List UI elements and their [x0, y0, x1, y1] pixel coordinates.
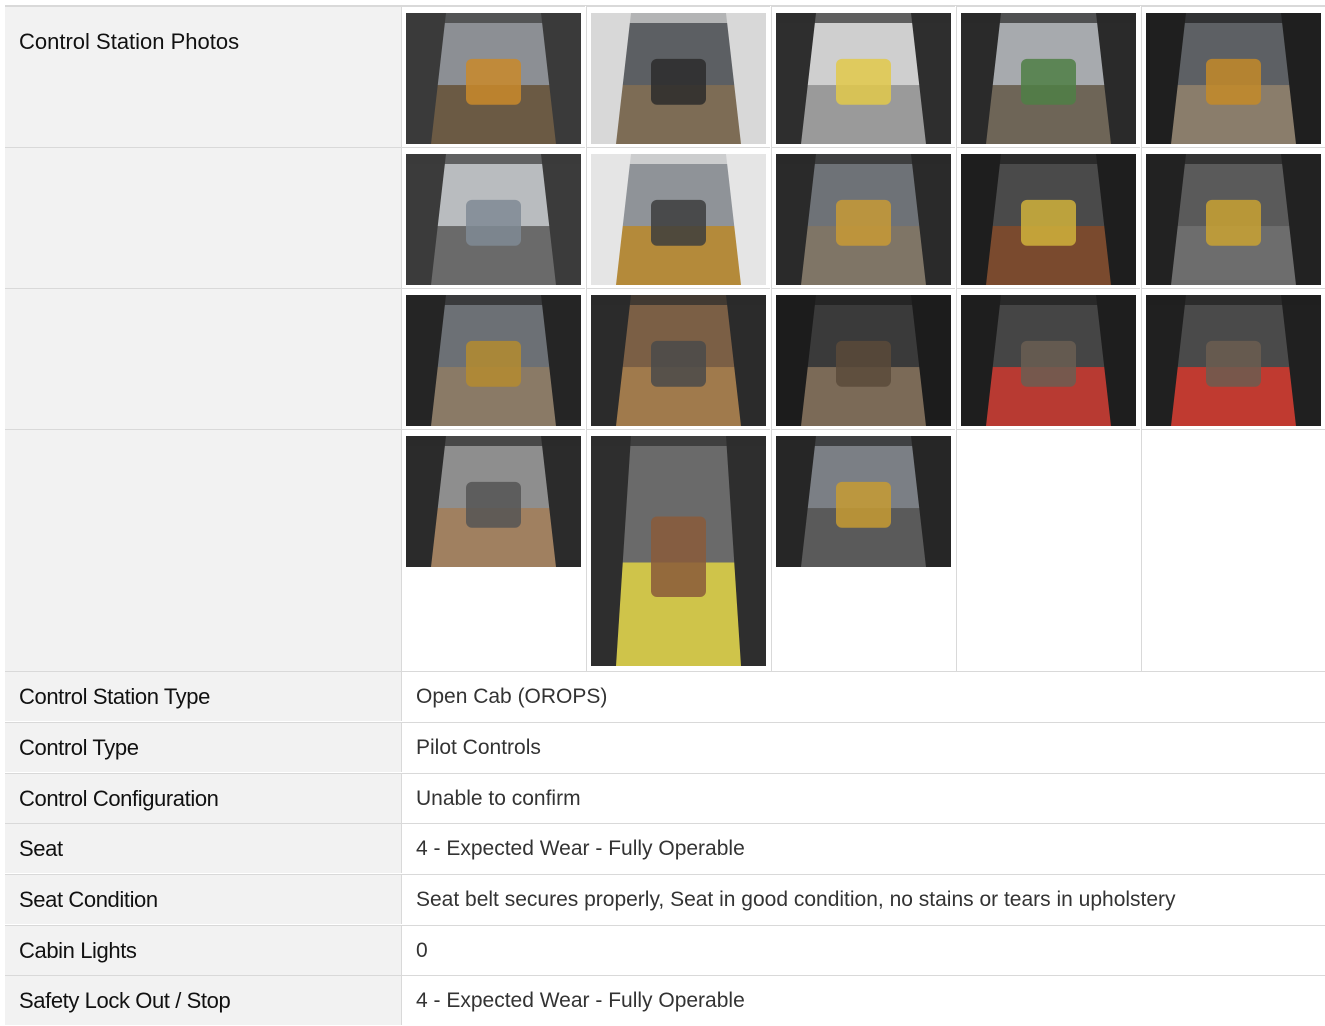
photo-thumbnail[interactable]	[406, 295, 581, 426]
photos-label-filler	[5, 147, 401, 288]
empty-photo-cell	[956, 429, 1140, 671]
photo-thumbnail-cell	[586, 429, 770, 671]
spec-label: Seat	[5, 824, 401, 873]
spec-label: Seat Condition	[5, 875, 401, 924]
photo-thumbnail[interactable]	[1146, 295, 1321, 426]
photo-thumbnail-cell	[956, 288, 1140, 429]
photo-thumbnail-cell	[1141, 6, 1325, 147]
photo-thumbnail-cell	[1141, 147, 1325, 288]
photos-section-label: Control Station Photos	[5, 6, 401, 147]
spec-row-control-station-type: Control Station Type Open Cab (OROPS)	[5, 671, 1325, 721]
spec-label: Control Configuration	[5, 774, 401, 823]
photo-thumbnail[interactable]	[1146, 13, 1321, 144]
photo-thumbnail-cell	[401, 6, 585, 147]
empty-photo-cell	[1141, 429, 1325, 671]
spec-row-control-type: Control Type Pilot Controls	[5, 722, 1325, 772]
photo-thumbnail[interactable]	[591, 154, 766, 285]
photo-thumbnail-cell	[956, 6, 1140, 147]
spec-row-cabin-lights: Cabin Lights 0	[5, 925, 1325, 975]
photo-thumbnail-cell	[771, 147, 955, 288]
photo-thumbnail[interactable]	[776, 154, 951, 285]
photos-label-filler	[5, 288, 401, 429]
photo-thumbnail-cell	[771, 6, 955, 147]
photo-thumbnail-cell	[401, 429, 585, 671]
photo-thumbnail-cell	[1141, 288, 1325, 429]
spec-value: Open Cab (OROPS)	[401, 672, 1325, 721]
photo-thumbnail[interactable]	[776, 13, 951, 144]
photo-thumbnail-cell	[401, 147, 585, 288]
spec-label: Control Station Type	[5, 672, 401, 721]
photo-thumbnail[interactable]	[591, 436, 766, 666]
photo-thumbnail-cell	[401, 288, 585, 429]
spec-value: 4 - Expected Wear - Fully Operable	[401, 976, 1325, 1025]
photo-thumbnail[interactable]	[406, 154, 581, 285]
photos-label-filler	[5, 429, 401, 671]
photo-thumbnail[interactable]	[591, 13, 766, 144]
photo-thumbnail[interactable]	[591, 295, 766, 426]
spec-value: Unable to confirm	[401, 774, 1325, 823]
photo-thumbnail[interactable]	[961, 295, 1136, 426]
spec-row-control-configuration: Control Configuration Unable to confirm	[5, 773, 1325, 823]
photo-thumbnail[interactable]	[776, 295, 951, 426]
photo-thumbnail-cell	[586, 6, 770, 147]
spec-row-safety-lock-out: Safety Lock Out / Stop 4 - Expected Wear…	[5, 975, 1325, 1025]
spec-row-seat-condition: Seat Condition Seat belt secures properl…	[5, 874, 1325, 924]
photo-thumbnail[interactable]	[406, 436, 581, 567]
photo-thumbnail-cell	[586, 147, 770, 288]
photo-thumbnail-cell	[771, 429, 955, 671]
spec-value: 4 - Expected Wear - Fully Operable	[401, 824, 1325, 873]
spec-label: Control Type	[5, 723, 401, 772]
photo-thumbnail[interactable]	[406, 13, 581, 144]
spec-row-seat: Seat 4 - Expected Wear - Fully Operable	[5, 823, 1325, 873]
spec-value: Seat belt secures properly, Seat in good…	[401, 875, 1325, 924]
photo-thumbnail[interactable]	[961, 154, 1136, 285]
spec-label: Cabin Lights	[5, 926, 401, 975]
photo-thumbnail[interactable]	[1146, 154, 1321, 285]
spec-label: Safety Lock Out / Stop	[5, 976, 401, 1025]
photo-thumbnail[interactable]	[961, 13, 1136, 144]
spec-value: Pilot Controls	[401, 723, 1325, 772]
photo-thumbnail[interactable]	[776, 436, 951, 567]
photo-thumbnail-cell	[771, 288, 955, 429]
photo-thumbnail-cell	[956, 147, 1140, 288]
photo-thumbnail-cell	[586, 288, 770, 429]
spec-value: 0	[401, 926, 1325, 975]
photos-label-text: Control Station Photos	[19, 29, 240, 54]
